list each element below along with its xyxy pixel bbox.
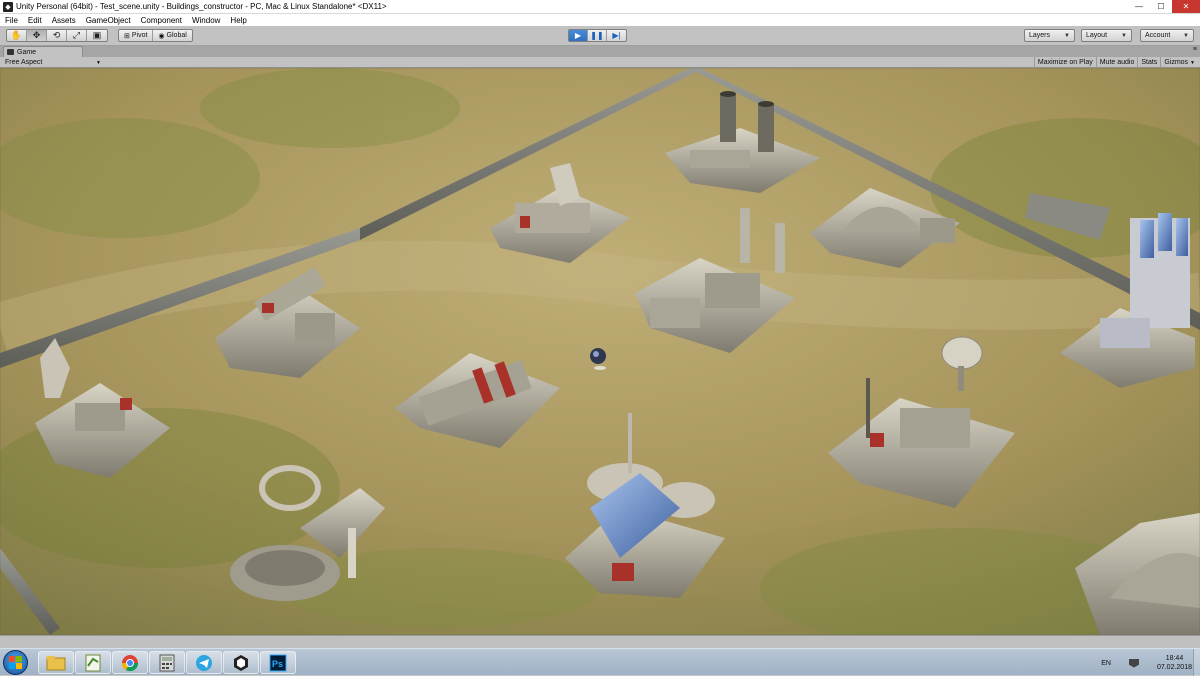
pivot-toggles: ⊞ Pivot ◉ Global: [118, 29, 193, 42]
game-icon: [7, 49, 14, 55]
close-button[interactable]: ✕: [1172, 0, 1200, 13]
maximize-button[interactable]: ☐: [1150, 0, 1172, 13]
maximize-on-play-toggle[interactable]: Maximize on Play: [1033, 57, 1096, 68]
global-toggle[interactable]: ◉ Global: [153, 30, 191, 41]
windows-logo-icon: [9, 656, 22, 669]
hand-tool-icon[interactable]: ✋: [7, 30, 27, 41]
taskbar-apps: Ps: [38, 651, 297, 674]
menu-edit[interactable]: Edit: [23, 16, 47, 25]
game-viewport[interactable]: [0, 68, 1200, 635]
menu-window[interactable]: Window: [187, 16, 225, 25]
unity-app-icon: ◆: [3, 1, 13, 12]
start-button[interactable]: [3, 650, 28, 675]
menu-file[interactable]: File: [0, 16, 23, 25]
menu-help[interactable]: Help: [225, 16, 251, 25]
window-titlebar: ◆ Unity Personal (64bit) - Test_scene.un…: [0, 0, 1200, 14]
aspect-dropdown[interactable]: Free Aspect ▼: [3, 58, 103, 67]
pause-button[interactable]: ❚❚: [588, 30, 607, 41]
step-button[interactable]: ▶|: [607, 30, 626, 41]
globe-icon: ◉: [158, 32, 165, 40]
notepad-icon[interactable]: [75, 651, 111, 674]
chevron-down-icon: ▼: [1183, 32, 1189, 39]
telegram-icon[interactable]: [186, 651, 222, 674]
menu-gameobject[interactable]: GameObject: [81, 16, 136, 25]
pivot-icon: ⊞: [124, 32, 130, 40]
chevron-down-icon: ▼: [1190, 59, 1195, 66]
photoshop-icon[interactable]: Ps: [260, 651, 296, 674]
windows-taskbar: Ps EN 18:44 07.02.2018: [0, 648, 1200, 676]
rotate-tool-icon[interactable]: ⟲: [47, 30, 67, 41]
game-tab-bar: Game ≡: [0, 46, 1200, 57]
play-controls: ▶ ❚❚ ▶|: [568, 29, 627, 42]
layout-dropdown[interactable]: Layout ▼: [1081, 29, 1132, 42]
action-center-icon[interactable]: [1128, 658, 1139, 668]
menu-assets[interactable]: Assets: [47, 16, 81, 25]
rect-tool-icon[interactable]: ▣: [87, 30, 107, 41]
layers-dropdown[interactable]: Layers ▼: [1024, 29, 1075, 42]
game-view-controls: Free Aspect ▼ Maximize on Play Mute audi…: [0, 57, 1200, 68]
main-toolbar: ✋ ✥ ⟲ ⤢ ▣ ⊞ Pivot ◉ Global ▶ ❚❚ ▶| Layers ▼…: [0, 26, 1200, 46]
chevron-down-icon: ▼: [96, 59, 101, 66]
mute-audio-toggle[interactable]: Mute audio: [1095, 57, 1138, 68]
clock-time: 18:44: [1165, 655, 1184, 662]
scene-render: [0, 68, 1200, 635]
game-view-toggles: Maximize on Play Mute audio Stats Gizmos…: [1033, 57, 1198, 68]
explorer-icon[interactable]: [38, 651, 74, 674]
chrome-icon[interactable]: [112, 651, 148, 674]
minimize-button[interactable]: —: [1128, 0, 1150, 13]
language-indicator[interactable]: EN: [1101, 660, 1111, 667]
menu-bar: File Edit Assets GameObject Component Wi…: [0, 14, 1200, 26]
calculator-icon[interactable]: [149, 651, 185, 674]
move-tool-icon[interactable]: ✥: [27, 30, 47, 41]
pivot-toggle[interactable]: ⊞ Pivot: [119, 30, 154, 41]
window-title: Unity Personal (64bit) - Test_scene.unit…: [16, 2, 387, 11]
unity-icon[interactable]: [223, 651, 259, 674]
system-tray: EN 18:44 07.02.2018: [1101, 652, 1192, 674]
chevron-down-icon: ▼: [1064, 32, 1070, 39]
editor-bottom-strip: [0, 635, 1200, 648]
play-button[interactable]: ▶: [569, 30, 588, 41]
account-dropdown[interactable]: Account ▼: [1140, 29, 1194, 42]
svg-text:Ps: Ps: [272, 659, 283, 669]
clock[interactable]: 18:44 07.02.2018: [1157, 654, 1192, 672]
tab-game[interactable]: Game: [3, 46, 83, 57]
gizmos-dropdown[interactable]: Gizmos ▼: [1160, 57, 1198, 68]
chevron-down-icon: ▼: [1121, 32, 1127, 39]
scale-tool-icon[interactable]: ⤢: [67, 30, 87, 41]
show-desktop-button[interactable]: [1193, 649, 1200, 676]
window-controls: — ☐ ✕: [1128, 0, 1200, 13]
stats-toggle[interactable]: Stats: [1137, 57, 1160, 68]
tab-menu-icon[interactable]: ≡: [1193, 46, 1197, 53]
menu-component[interactable]: Component: [136, 16, 187, 25]
clock-date: 07.02.2018: [1156, 664, 1192, 671]
transform-tools: ✋ ✥ ⟲ ⤢ ▣: [6, 29, 108, 42]
